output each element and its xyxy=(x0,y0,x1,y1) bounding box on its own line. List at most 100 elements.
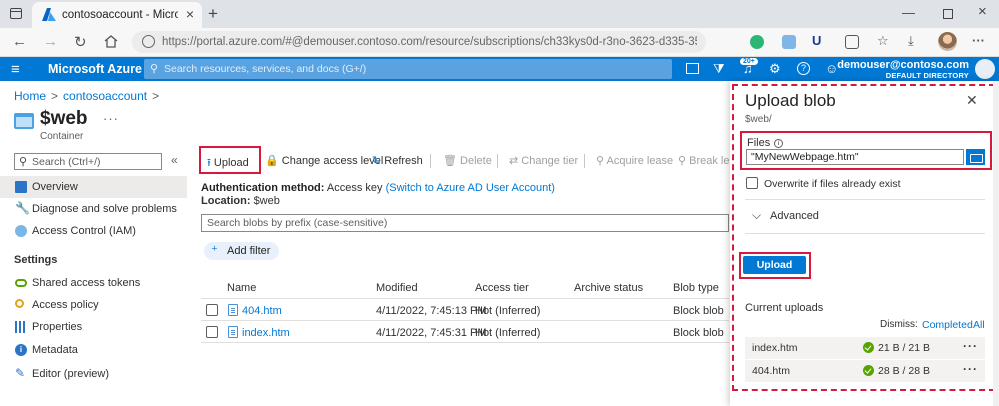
browser-tab-bar: contosoaccount - Microsoft Azure × + — × xyxy=(0,0,999,28)
back-icon[interactable]: ← xyxy=(12,33,27,50)
nav-item-access-policy[interactable]: Access policy xyxy=(0,294,187,316)
panel-upload-button[interactable]: Upload xyxy=(743,256,806,274)
chevron-down-icon[interactable]: ⌵ xyxy=(752,208,761,223)
nav-item-properties[interactable]: Properties xyxy=(0,316,187,338)
browse-folder-button[interactable] xyxy=(966,149,985,165)
column-header-modified[interactable]: Modified xyxy=(376,282,418,294)
advanced-toggle[interactable]: Advanced xyxy=(770,210,819,222)
new-tab-icon[interactable]: + xyxy=(208,4,218,24)
browser-profile-avatar[interactable] xyxy=(938,32,957,51)
directory-filter-icon[interactable]: ⧩ xyxy=(713,61,725,77)
column-header-name[interactable]: Name xyxy=(227,282,256,294)
panel-scrollbar[interactable] xyxy=(993,81,999,406)
column-header-archive-status[interactable]: Archive status xyxy=(574,282,643,294)
extension-blue-icon[interactable] xyxy=(782,35,796,49)
upload-item-name: 404.htm xyxy=(752,365,790,377)
breadcrumb-separator: > xyxy=(51,89,59,103)
acquire-lease-button[interactable]: ⚲ Acquire lease xyxy=(596,154,673,170)
user-directory: DEFAULT DIRECTORY xyxy=(885,71,969,80)
nav-item-iam[interactable]: Access Control (IAM) xyxy=(0,220,187,242)
blob-name[interactable]: index.htm xyxy=(242,327,290,339)
blob-name[interactable]: 404.htm xyxy=(242,305,282,317)
refresh-icon[interactable]: ↻ xyxy=(74,33,87,51)
extensions-puzzle-icon[interactable] xyxy=(845,35,859,49)
nav-item-diagnose[interactable]: 🔧 Diagnose and solve problems xyxy=(0,198,187,220)
properties-icon xyxy=(15,321,27,333)
breadcrumb-home[interactable]: Home xyxy=(14,89,46,103)
close-window-icon[interactable]: × xyxy=(978,3,987,20)
more-options-icon[interactable]: ··· xyxy=(963,362,978,376)
portal-menu-icon[interactable]: ≡ xyxy=(11,61,20,78)
page-title: $web xyxy=(40,108,88,129)
minimize-icon[interactable]: — xyxy=(902,5,915,20)
nav-search-input[interactable]: ⚲ Search (Ctrl+/) xyxy=(14,153,162,170)
change-tier-button[interactable]: ⇄ Change tier xyxy=(509,154,578,170)
browser-menu-icon[interactable]: ··· xyxy=(972,33,985,48)
window-menu-icon[interactable] xyxy=(10,8,22,19)
row-checkbox[interactable] xyxy=(206,326,218,338)
blob-type: Block blob xyxy=(673,327,724,339)
url-field[interactable]: https://portal.azure.com/#@demouser.cont… xyxy=(132,31,706,53)
swap-icon: ⇄ xyxy=(509,155,519,167)
pencil-icon: ✎ xyxy=(15,366,26,380)
switch-auth-link[interactable]: (Switch to Azure AD User Account) xyxy=(386,182,555,194)
azure-brand[interactable]: Microsoft Azure xyxy=(48,62,142,76)
close-tab-icon[interactable]: × xyxy=(186,6,194,22)
home-icon[interactable] xyxy=(104,35,118,48)
tab-title: contosoaccount - Microsoft Azure xyxy=(62,9,178,21)
overwrite-checkbox[interactable] xyxy=(746,177,758,189)
success-check-icon xyxy=(863,342,874,353)
extension-green-icon[interactable] xyxy=(750,35,764,49)
trash-icon: 🗑 xyxy=(443,155,457,167)
dismiss-all-link[interactable]: All xyxy=(973,319,985,331)
nav-item-overview[interactable]: Overview xyxy=(0,176,187,198)
settings-gear-icon[interactable]: ⚙ xyxy=(769,61,781,77)
files-input[interactable]: "MyNewWebpage.htm" xyxy=(746,149,964,165)
row-checkbox[interactable] xyxy=(206,304,218,316)
maximize-icon[interactable] xyxy=(943,9,953,19)
breadcrumb-account[interactable]: contosoaccount xyxy=(63,89,147,103)
info-icon[interactable]: i xyxy=(774,139,784,148)
dismiss-completed-link[interactable]: Completed xyxy=(922,319,973,331)
overview-icon xyxy=(15,181,27,193)
user-avatar[interactable] xyxy=(975,59,995,79)
upload-button[interactable]: ⭱ Upload xyxy=(207,154,249,170)
column-header-blob-type[interactable]: Blob type xyxy=(673,282,719,294)
extension-magnet-icon[interactable]: U xyxy=(812,33,821,48)
delete-button[interactable]: 🗑 Delete xyxy=(443,154,492,170)
change-access-level-button[interactable]: 🔒 Change access level xyxy=(265,154,383,170)
address-bar-row: ← → ↻ https://portal.azure.com/#@demouse… xyxy=(0,28,999,57)
cloud-shell-icon[interactable] xyxy=(686,63,699,74)
notifications-badge: 20+ xyxy=(740,58,758,65)
favorites-icon[interactable]: ☆ xyxy=(877,33,889,49)
downloads-icon[interactable]: ⤓ xyxy=(908,33,914,49)
column-header-access-tier[interactable]: Access tier xyxy=(475,282,529,294)
blob-prefix-search-input[interactable]: Search blobs by prefix (case-sensitive) xyxy=(201,214,729,232)
nav-item-metadata[interactable]: i Metadata xyxy=(0,339,187,361)
nav-section-settings: Settings xyxy=(14,254,58,266)
close-icon[interactable]: ✕ xyxy=(966,92,978,109)
forward-icon[interactable]: → xyxy=(43,33,58,50)
nav-item-editor[interactable]: ✎ Editor (preview) xyxy=(0,363,187,385)
user-name[interactable]: demouser@contoso.com xyxy=(837,59,969,71)
collapse-nav-icon[interactable]: « xyxy=(171,153,178,167)
site-info-icon[interactable] xyxy=(142,35,155,48)
refresh-button[interactable]: ↻ Refresh xyxy=(372,154,423,170)
more-options-icon[interactable]: ··· xyxy=(103,111,119,126)
more-options-icon[interactable]: ··· xyxy=(963,339,978,353)
break-lease-button[interactable]: ⚲ Break lea xyxy=(678,154,730,170)
help-icon[interactable]: ? xyxy=(797,62,810,75)
azure-top-bar: ≡ Microsoft Azure ⚲ Search resources, se… xyxy=(0,57,999,81)
refresh-icon: ↻ xyxy=(372,155,382,167)
nav-item-shared-access-tokens[interactable]: Shared access tokens xyxy=(0,272,187,294)
add-filter-button[interactable]: ⁺ Add filter xyxy=(204,242,279,260)
global-search-input[interactable]: ⚲ Search resources, services, and docs (… xyxy=(144,59,672,79)
info-icon: i xyxy=(15,344,27,356)
toolbar-divider xyxy=(497,154,498,168)
lock-icon: 🔒 xyxy=(265,155,279,167)
blob-modified: 4/11/2022, 7:45:31 PM xyxy=(376,327,487,339)
browser-tab[interactable]: contosoaccount - Microsoft Azure × xyxy=(32,2,202,28)
breadcrumb-separator: > xyxy=(152,89,160,103)
break-lease-icon: ⚲ xyxy=(678,155,687,167)
key-icon xyxy=(15,299,24,308)
